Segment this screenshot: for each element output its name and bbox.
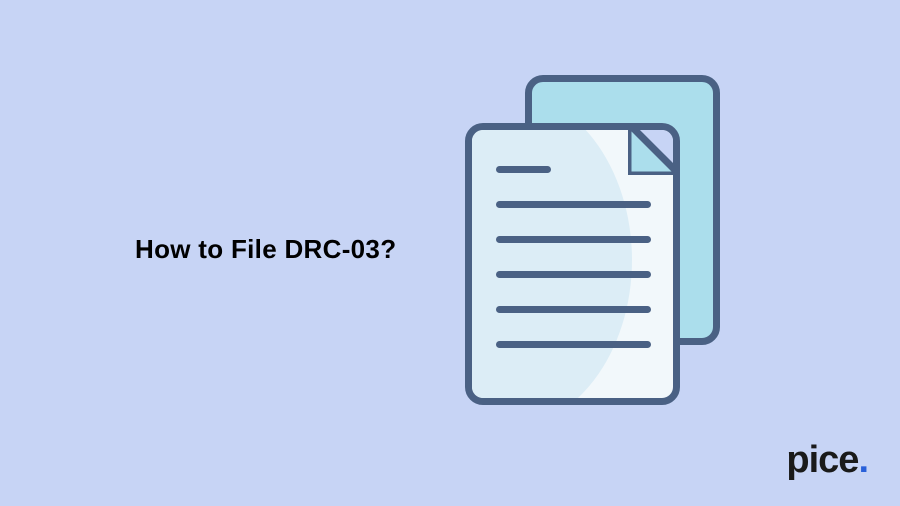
brand-logo: pice.: [786, 439, 868, 482]
front-document-icon: [465, 123, 680, 405]
brand-name: pice: [786, 439, 858, 481]
document-text-lines: [496, 166, 649, 376]
brand-dot: .: [858, 439, 868, 481]
document-fold-border: [628, 123, 680, 175]
page-title: How to File DRC-03?: [135, 234, 396, 265]
